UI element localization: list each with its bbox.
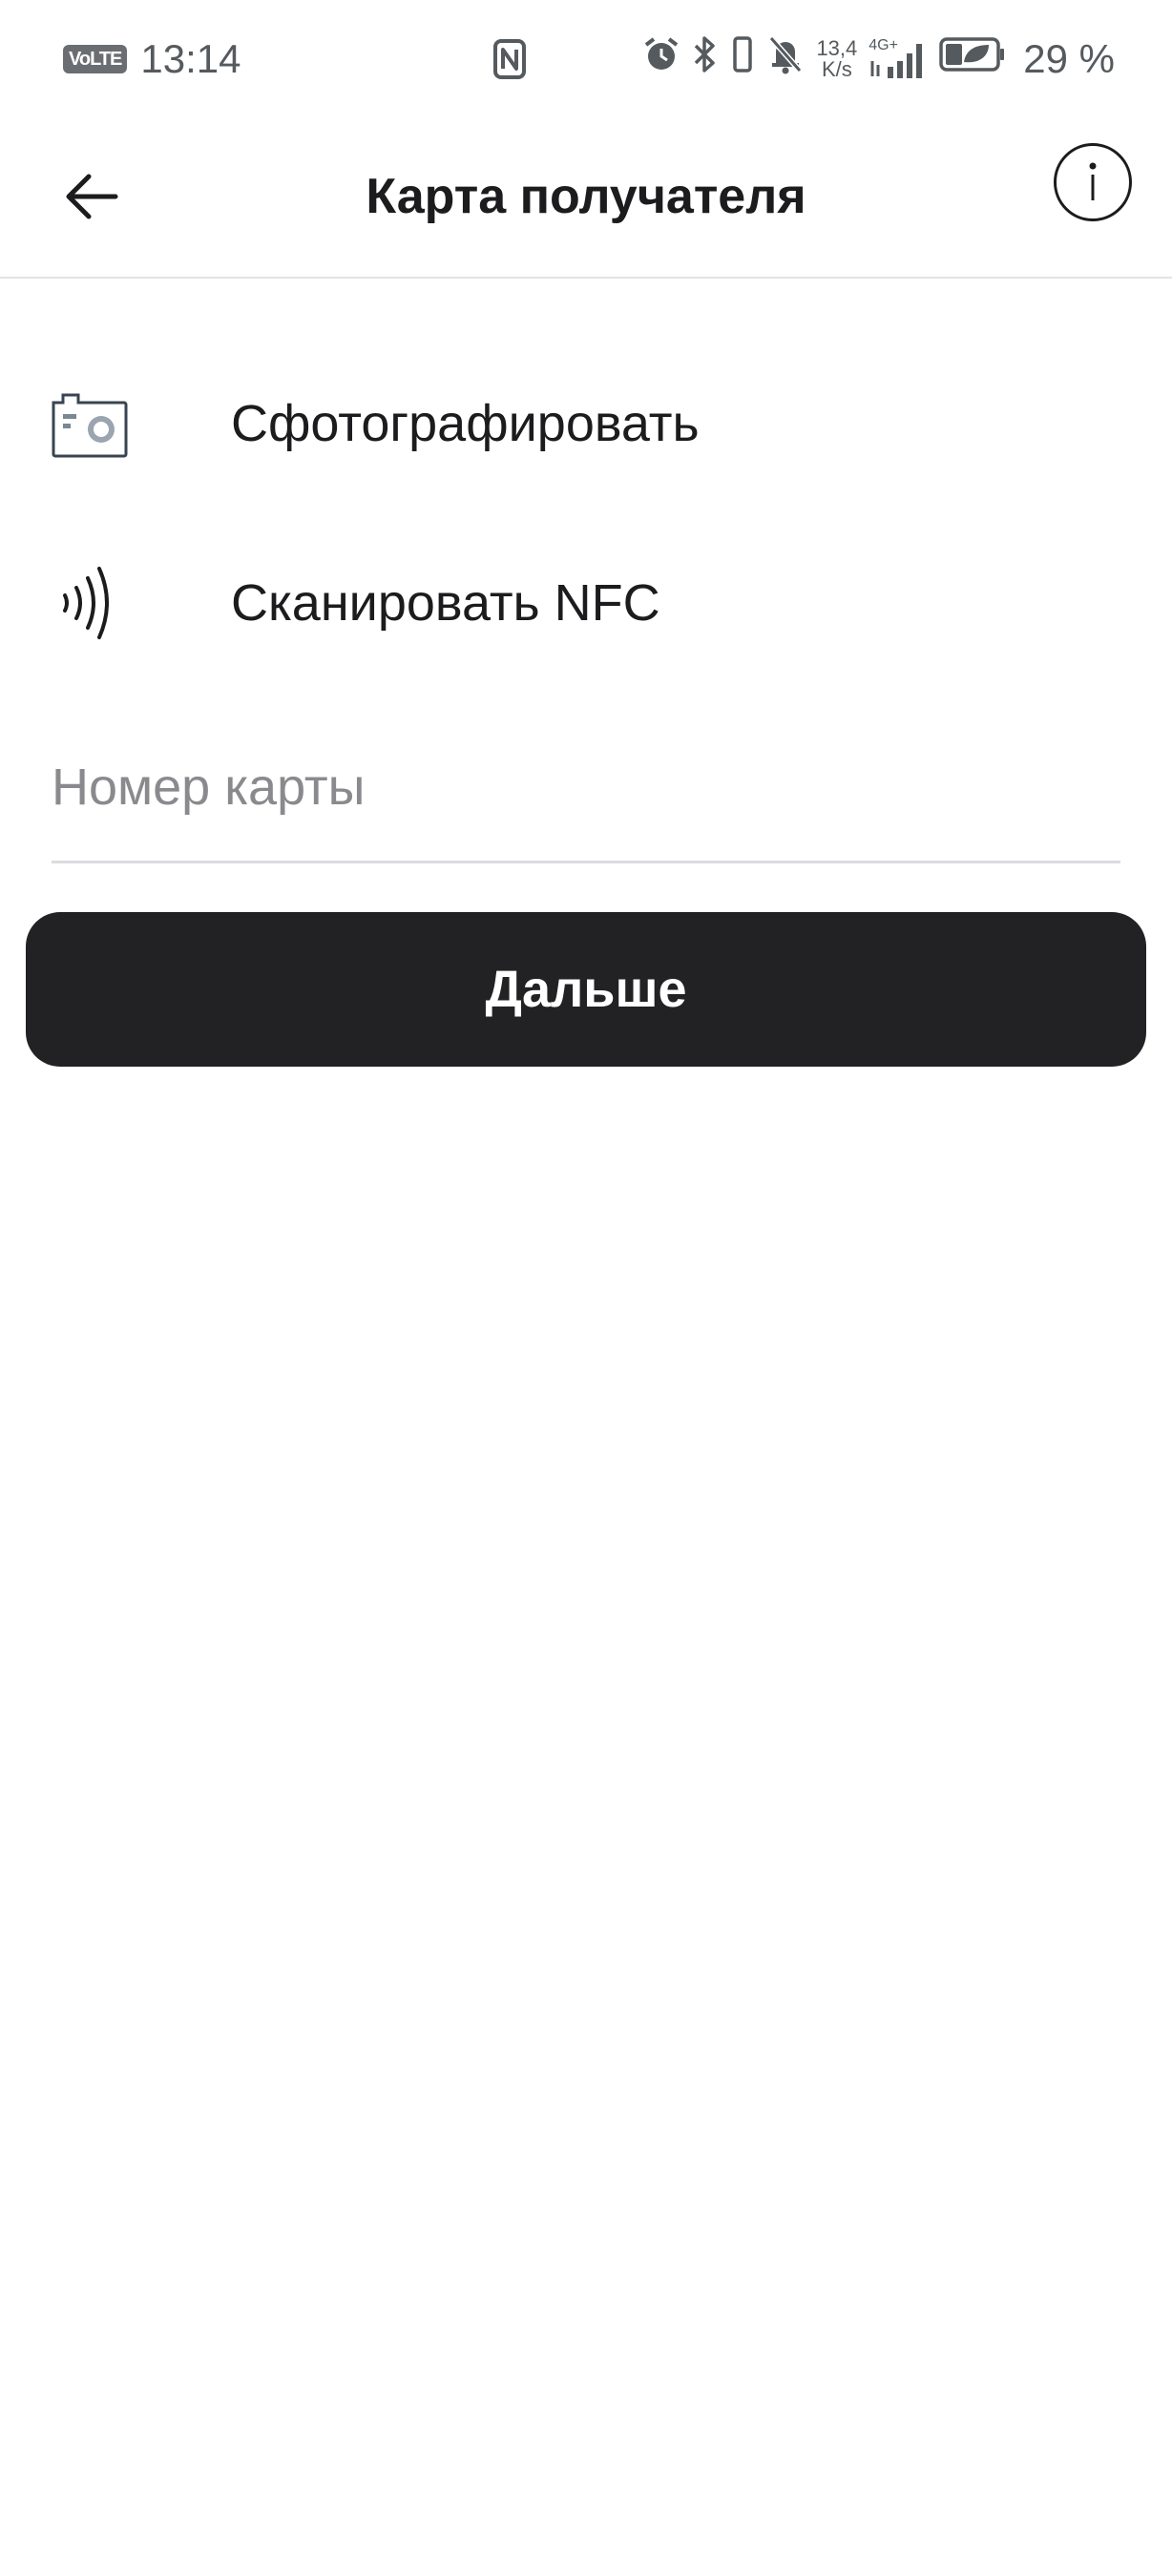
status-bar-left: VoLTE 13:14	[63, 34, 241, 84]
scan-nfc-label: Сканировать NFC	[231, 574, 660, 632]
mute-bell-icon	[766, 34, 805, 84]
page-title: Карта получателя	[366, 169, 806, 224]
take-photo-option[interactable]: Сфотографировать	[0, 347, 1172, 500]
app-header: Карта получателя	[0, 118, 1172, 279]
next-button[interactable]: Дальше	[26, 912, 1146, 1067]
volte-badge: VoLTE	[63, 45, 128, 73]
camera-icon	[50, 387, 130, 460]
card-number-field	[52, 735, 1120, 863]
status-time: 13:14	[140, 36, 241, 81]
info-button[interactable]	[1054, 143, 1132, 221]
card-number-input[interactable]	[52, 735, 1120, 840]
alarm-icon	[642, 35, 680, 83]
network-speed-unit: K/s	[821, 57, 852, 81]
status-bar-right: 13,4 K/s 4G+ 29 %	[642, 32, 1115, 86]
nfc-status-icon	[492, 38, 527, 90]
vibrate-icon	[730, 34, 755, 84]
status-bar: VoLTE 13:14 13,4 K/s 4G+ 29 %	[0, 0, 1172, 118]
network-speed: 13,4 K/s	[816, 38, 857, 80]
battery-percent: 29 %	[1023, 36, 1115, 81]
signal-icon: 4G+	[869, 38, 928, 80]
bluetooth-icon	[692, 34, 719, 84]
nfc-icon	[50, 565, 130, 641]
battery-icon	[939, 35, 1006, 83]
take-photo-label: Сфотографировать	[231, 395, 700, 452]
info-icon	[1089, 162, 1097, 200]
scan-nfc-option[interactable]: Сканировать NFC	[0, 527, 1172, 679]
network-speed-value: 13,4	[816, 36, 858, 60]
